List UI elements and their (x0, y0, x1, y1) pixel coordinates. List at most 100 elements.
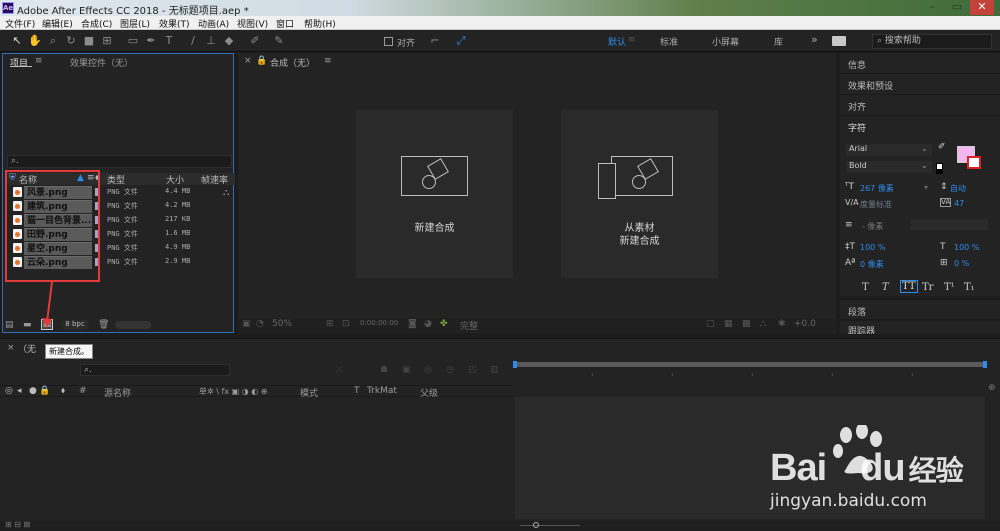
column-framerate[interactable]: 帧速率 (201, 173, 228, 186)
project-menu-icon[interactable]: ≡ (35, 56, 43, 66)
timeline-search-input[interactable]: ⌕. (80, 364, 230, 376)
trash-icon[interactable]: 🗑 (98, 320, 109, 330)
vertical-scale-value[interactable]: 100 % (860, 243, 885, 252)
shy-icon[interactable]: ☗ (380, 365, 388, 375)
safe-margins-icon[interactable]: ⊡ (342, 319, 350, 329)
tab-effect-controls[interactable]: 效果控件（无） (70, 56, 133, 69)
bit-depth-button[interactable]: 8 bpc (61, 320, 89, 330)
workspace-more-button[interactable]: » (811, 33, 818, 46)
menu-help[interactable]: 帮助(H) (304, 17, 336, 30)
brush-tool-icon[interactable]: / (186, 34, 200, 48)
panel-align[interactable]: 对齐 (840, 95, 1000, 116)
close-button[interactable]: ✕ (970, 0, 994, 15)
frame-blend-icon[interactable]: ▣ (402, 365, 411, 375)
horizontal-scale-value[interactable]: 100 % (954, 243, 979, 252)
workspace-small-screen[interactable]: 小屏幕 (712, 35, 739, 48)
faux-bold-button[interactable]: T (862, 282, 869, 293)
stroke-color-swatch[interactable] (967, 156, 981, 169)
hand-tool-icon[interactable]: ✋ (28, 34, 42, 48)
audio-switch-icon[interactable]: ◂ (17, 386, 22, 396)
always-preview-icon[interactable]: ▣ (242, 319, 251, 329)
sync-icon[interactable] (832, 36, 846, 46)
new-comp-from-footage-button[interactable]: 从素材 新建合成 (561, 110, 718, 278)
pan-behind-tool-icon[interactable]: ⊞ (100, 34, 114, 48)
expand-icon[interactable]: ⤢ (454, 34, 468, 48)
comp-menu-icon[interactable]: ≡ (324, 56, 332, 66)
black-swatch[interactable] (936, 169, 943, 174)
panel-effects-presets[interactable]: 效果和预设 (840, 74, 1000, 95)
tab-timeline[interactable]: （无 (18, 342, 36, 355)
time-ruler[interactable]: ' ' ' ' ' (515, 373, 985, 387)
close-tab-icon[interactable]: × (244, 56, 252, 66)
zoom-slider-handle[interactable] (533, 522, 539, 528)
column-size[interactable]: 大小 (166, 173, 184, 186)
workspace-standard[interactable]: 标准 (660, 35, 678, 48)
rectangle-tool-icon[interactable]: ▭ (126, 34, 140, 48)
clone-stamp-tool-icon[interactable]: ⊥ (204, 34, 218, 48)
stroke-style-dropdown[interactable] (910, 219, 988, 230)
font-style-dropdown[interactable]: Bold (846, 161, 932, 173)
menu-layer[interactable]: 图层(L) (120, 17, 150, 30)
panel-paragraph[interactable]: 段落 (840, 299, 1000, 320)
faux-italic-button[interactable]: T (882, 282, 889, 293)
baseline-shift-value[interactable]: 0 像素 (860, 259, 884, 270)
roto-brush-tool-icon[interactable]: ✐ (248, 34, 262, 48)
solo-switch-icon[interactable]: ● (29, 386, 37, 396)
draft-3d-icon[interactable]: ⤫ (336, 365, 343, 375)
workspace-library[interactable]: 库 (774, 35, 783, 48)
video-switch-icon[interactable]: ◎ (5, 386, 13, 396)
menu-animation[interactable]: 动画(A) (198, 17, 229, 30)
tracking-value[interactable]: 47 (954, 199, 964, 208)
search-help-input[interactable]: ⌕ 搜索帮助 (872, 34, 992, 49)
puppet-tool-icon[interactable]: ✎ (272, 34, 286, 48)
new-folder-icon[interactable]: ▬ (23, 320, 32, 330)
snapshot-icon[interactable]: ◙ (408, 319, 417, 329)
graph-editor-icon[interactable]: ◷ (446, 365, 454, 375)
resolution-dropdown[interactable]: 完整 (460, 319, 478, 332)
menu-window[interactable]: 窗口 (276, 17, 294, 30)
snap-checkbox[interactable] (384, 37, 393, 46)
interpret-footage-icon[interactable]: ▤ (5, 320, 14, 330)
region-icon[interactable]: ▢ (706, 319, 715, 329)
zoom-tool-icon[interactable]: ⌕ (46, 34, 60, 48)
layers-list[interactable] (0, 397, 513, 517)
thumbnail-slider[interactable] (115, 321, 151, 329)
workspace-default[interactable]: 默认 (608, 35, 626, 48)
eyedropper-icon[interactable]: ✐ (938, 142, 946, 152)
menu-effect[interactable]: 效果(T) (159, 17, 190, 30)
motion-blur-icon[interactable]: ◎ (424, 365, 432, 375)
chart-icon[interactable]: ▥ (490, 365, 499, 375)
magnification-dropdown[interactable]: 50% (272, 319, 292, 329)
brainstorm-icon[interactable]: ◰ (468, 365, 477, 375)
exposure-value[interactable]: +0.0 (794, 319, 816, 329)
new-composition-button[interactable]: 新建合成 (356, 110, 513, 278)
channel-icon[interactable]: ✤ (440, 319, 448, 329)
leading-value[interactable]: 自动 (950, 183, 966, 194)
transparency-icon[interactable]: ▦ (724, 319, 733, 329)
tsume-value[interactable]: 0 % (954, 259, 969, 268)
show-snapshot-icon[interactable]: ◕ (424, 319, 432, 329)
zoom-slider[interactable] (520, 525, 580, 526)
timecode[interactable]: 0:00:00:00 (360, 319, 398, 327)
pen-tool-icon[interactable]: ✒ (144, 34, 158, 48)
close-tab-icon[interactable]: × (7, 343, 15, 353)
text-tool-icon[interactable]: T (162, 34, 176, 48)
camera-view-icon[interactable]: ▩ (742, 319, 751, 329)
rotate-tool-icon[interactable]: ↻ (64, 34, 78, 48)
minimize-button[interactable]: – (920, 0, 944, 15)
reset-exposure-icon[interactable]: ✱ (778, 319, 786, 329)
superscript-button[interactable]: T¹ (944, 282, 955, 293)
subscript-button[interactable]: T₁ (964, 282, 975, 293)
panel-info[interactable]: 信息 (840, 53, 1000, 74)
eraser-tool-icon[interactable]: ◆ (222, 34, 236, 48)
chat-icon[interactable]: ◔ (256, 319, 264, 329)
selection-tool-icon[interactable]: ↖ (10, 34, 24, 48)
label-icon[interactable]: ⬧ (61, 386, 65, 396)
menu-composition[interactable]: 合成(C) (81, 17, 112, 30)
panel-tracker[interactable]: 跟踪器 (840, 321, 1000, 335)
stroke-width-value[interactable]: - 像素 (862, 221, 883, 232)
snap-option-icon[interactable]: ⌐ (428, 34, 442, 48)
flowchart-icon[interactable]: ⛬ (223, 188, 229, 198)
menu-file[interactable]: 文件(F) (5, 17, 35, 30)
all-caps-button[interactable]: TT (900, 280, 918, 293)
